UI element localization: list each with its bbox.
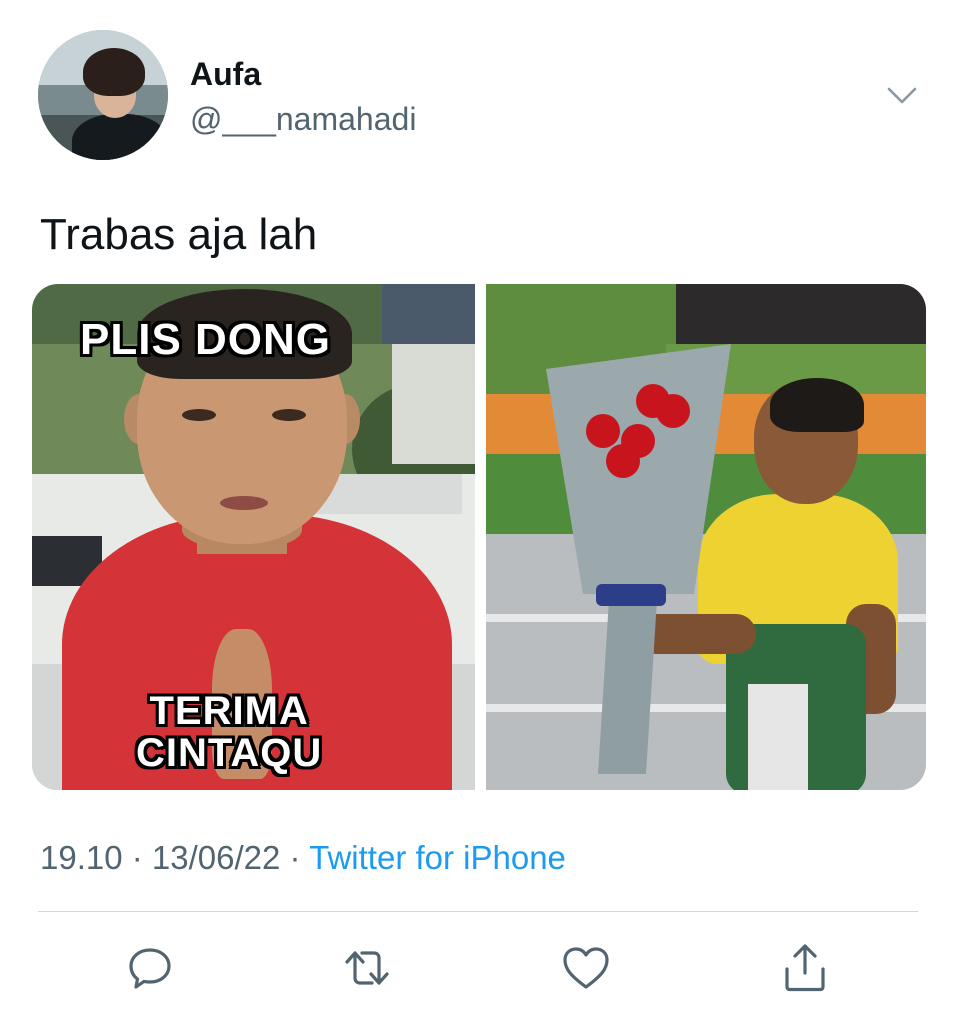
avatar-person-hair [83,48,145,96]
reply-icon [129,948,171,989]
tweet-meta: 19.10 · 13/06/22 · Twitter for iPhone [40,838,566,878]
reply-button[interactable] [122,940,178,996]
media-image-right[interactable] [486,284,926,790]
like-button[interactable] [558,940,614,996]
meta-separator: · [280,839,310,876]
chevron-down-icon [887,87,917,104]
boy-eye [272,409,306,421]
boy-white-cloth [748,684,808,790]
tweet-date[interactable]: 13/06/22 [152,839,280,876]
image-house [392,324,475,464]
more-options-button[interactable] [880,80,924,112]
tweet-actions [0,940,954,996]
tweet-time[interactable]: 19.10 [40,839,123,876]
retweet-icon [345,951,389,985]
divider [38,911,918,912]
heart-icon [563,947,609,989]
display-name[interactable]: Aufa [190,56,261,92]
media-image-left[interactable]: PLIS DONG TERIMA CINTAQU [32,284,475,790]
tweet-card: Aufa @___namahadi Trabas aja lah PLIS DO… [0,0,954,1024]
boy-hair [770,378,864,432]
meta-separator: · [122,839,152,876]
meme-caption-top: PLIS DONG [80,315,332,364]
boy-mouth [220,496,268,510]
user-handle[interactable]: @___namahadi [190,101,416,137]
meme-caption-line: TERIMA [149,689,309,733]
tweet-source-link[interactable]: Twitter for iPhone [309,839,566,876]
rose [586,414,620,448]
tweet-text: Trabas aja lah [40,210,318,259]
meme-caption-line: CINTAQU [136,731,323,775]
rose [636,384,670,418]
avatar[interactable] [38,30,168,160]
share-button[interactable] [777,940,833,996]
share-icon [785,944,825,992]
retweet-button[interactable] [339,940,395,996]
meme-caption-bottom: TERIMA CINTAQU [136,690,322,774]
boy-eye [182,409,216,421]
tweet-media[interactable]: PLIS DONG TERIMA CINTAQU [32,284,926,790]
rose [606,444,640,478]
bouquet-ribbon [596,584,666,606]
image-roof [382,284,475,344]
image-building [676,284,926,349]
avatar-person-body [72,114,168,160]
